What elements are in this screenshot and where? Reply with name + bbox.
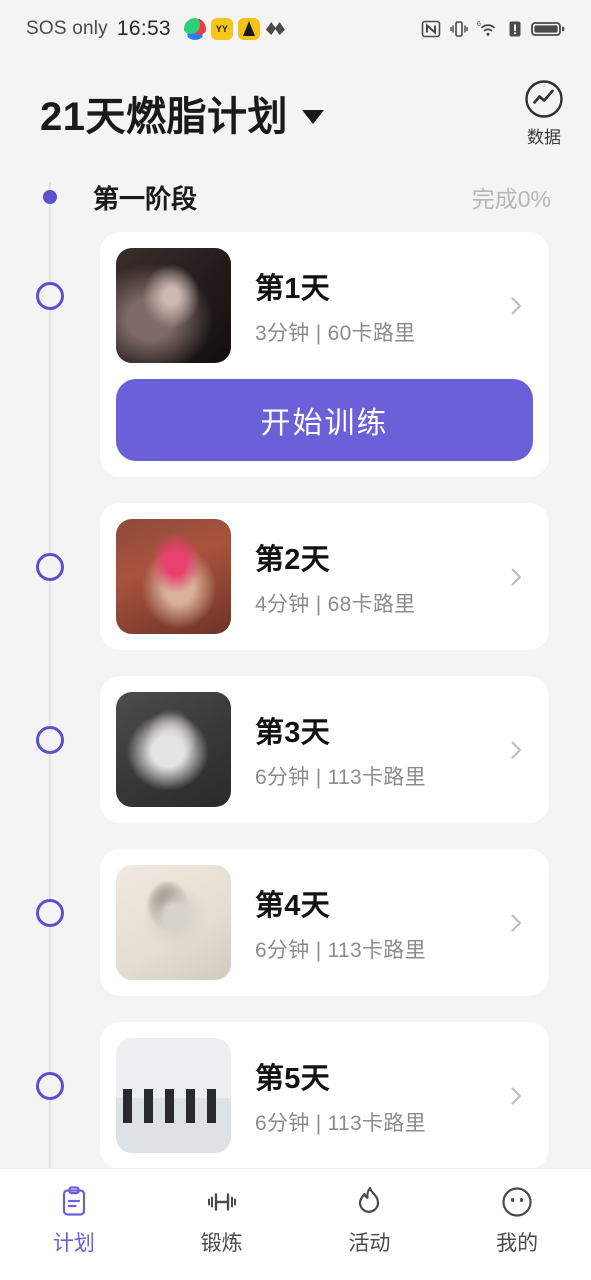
day-meta: 6分钟 | 113卡路里 [255,938,426,962]
data-button-label: 数据 [527,128,561,147]
sim-alert-icon [509,21,521,37]
chevron-right-icon [511,568,521,585]
face-icon [502,1187,532,1217]
timeline-phase-dot-icon [43,190,57,204]
tab-workout[interactable]: 锻炼 [148,1185,296,1257]
phase-header: 第一阶段 完成0% [0,168,591,226]
chevron-right-icon [511,297,521,314]
day-meta: 4分钟 | 68卡路里 [255,592,416,616]
phase-name-label: 第一阶段 [93,183,198,214]
status-bar-left: SOS only 16:53 [26,17,421,41]
carrier-label: SOS only [26,18,108,39]
day-card-text: 第2天 4分钟 | 68卡路里 [255,536,505,618]
timeline-node-icon [36,553,64,581]
day-card-text: 第4天 6分钟 | 113卡路里 [255,882,505,964]
day-card[interactable]: 第3天 6分钟 | 113卡路里 [100,676,549,823]
clock-label: 16:53 [116,17,171,40]
day-title: 第2天 [255,543,331,576]
app-badge-4-icon [265,18,287,40]
status-bar: SOS only 16:53 6 [0,0,591,58]
day-card[interactable]: 第2天 4分钟 | 68卡路里 [100,503,549,650]
plan-scroll-area[interactable]: 第一阶段 完成0% 第1天 3分钟 | 60卡路里 开始训练 第2天 4分钟 |… [0,168,591,1168]
tab-activity-label: 活动 [348,1232,391,1255]
day-row: 第2天 4分钟 | 68卡路里 [0,503,591,650]
day-card-main: 第4天 6分钟 | 113卡路里 [116,865,533,980]
tab-profile-label: 我的 [496,1232,539,1255]
day-thumbnail [116,1038,231,1153]
timeline-node-icon [36,726,64,754]
tab-workout-label: 锻炼 [200,1232,243,1255]
day-card[interactable]: 第5天 6分钟 | 113卡路里 [100,1022,549,1168]
app-badge-1-icon [183,18,206,40]
day-title: 第5天 [255,1062,331,1095]
tab-profile[interactable]: 我的 [443,1185,591,1257]
nfc-icon [421,20,441,38]
status-bar-app-badges [183,18,287,40]
start-training-button[interactable]: 开始训练 [116,379,533,461]
status-bar-right: 6 [421,19,565,39]
day-title: 第4天 [255,889,331,922]
tab-plan[interactable]: 计划 [0,1185,148,1257]
day-meta: 6分钟 | 113卡路里 [255,765,426,789]
day-thumbnail [116,865,231,980]
day-card[interactable]: 第1天 3分钟 | 60卡路里 开始训练 [100,232,549,477]
chart-circle-icon [525,80,563,118]
day-card-main: 第5天 6分钟 | 113卡路里 [116,1038,533,1153]
wifi6-icon: 6 [477,21,495,36]
timeline-node-icon [36,899,64,927]
app-badge-3-icon [237,18,260,40]
day-thumbnail [116,519,231,634]
tab-plan-label: 计划 [52,1232,95,1255]
chevron-right-icon [511,741,521,758]
phase-progress-label: 完成0% [471,186,551,212]
bottom-navigation: 计划 锻炼 活动 我的 [0,1168,591,1280]
app-badge-yy-icon [210,18,233,40]
day-title: 第1天 [255,272,331,305]
chevron-right-icon [511,1087,521,1104]
day-card[interactable]: 第4天 6分钟 | 113卡路里 [100,849,549,996]
timeline-node-icon [36,282,64,310]
day-row: 第1天 3分钟 | 60卡路里 开始训练 [0,232,591,477]
day-meta: 3分钟 | 60卡路里 [255,321,416,345]
day-meta: 6分钟 | 113卡路里 [255,1111,426,1135]
day-card-text: 第1天 3分钟 | 60卡路里 [255,265,505,347]
day-row: 第3天 6分钟 | 113卡路里 [0,676,591,823]
timeline-node-icon [36,1072,64,1100]
clipboard-icon [62,1186,85,1216]
flame-icon [359,1186,380,1213]
app-header: 21天燃脂计划 数据 [0,58,591,168]
day-card-text: 第3天 6分钟 | 113卡路里 [255,709,505,791]
day-thumbnail [116,692,231,807]
chevron-right-icon [511,914,521,931]
data-button[interactable]: 数据 [523,78,565,148]
dumbbell-icon [207,1193,236,1211]
chevron-down-icon [302,110,324,124]
tab-activity[interactable]: 活动 [296,1185,444,1257]
vibrate-icon [450,21,468,37]
page-title: 21天燃脂计划 [40,95,288,139]
day-row: 第4天 6分钟 | 113卡路里 [0,849,591,996]
plan-title-dropdown[interactable]: 21天燃脂计划 [40,84,523,142]
battery-icon [531,22,565,36]
day-row: 第5天 6分钟 | 113卡路里 [0,1022,591,1168]
day-title: 第3天 [255,716,331,749]
day-thumbnail [116,248,231,363]
day-card-text: 第5天 6分钟 | 113卡路里 [255,1055,505,1137]
day-card-main: 第2天 4分钟 | 68卡路里 [116,519,533,634]
day-card-main: 第1天 3分钟 | 60卡路里 [116,248,533,363]
svg-text:6: 6 [477,21,481,28]
day-card-main: 第3天 6分钟 | 113卡路里 [116,692,533,807]
